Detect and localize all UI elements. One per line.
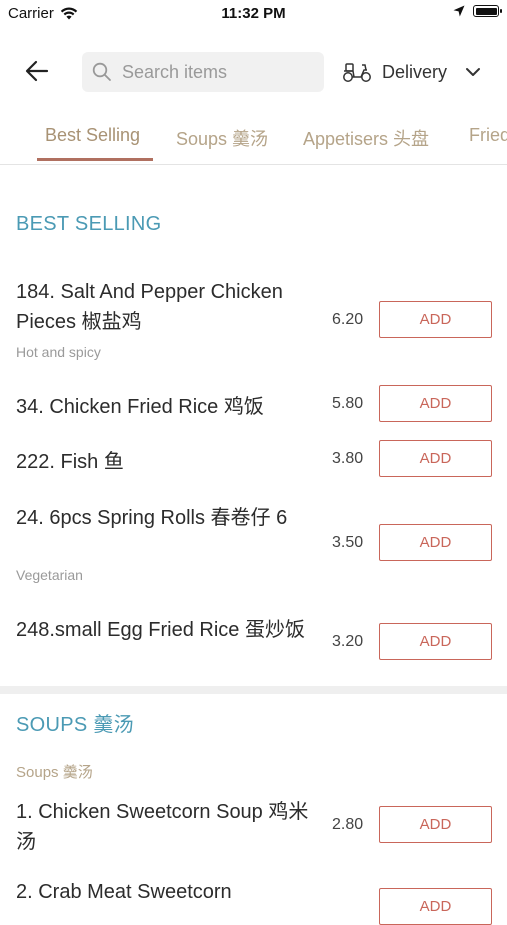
menu-item-description: Hot and spicy (16, 344, 101, 360)
subsection-label: Soups 羹汤 (16, 764, 93, 781)
search-input[interactable] (120, 60, 304, 84)
menu-item-name[interactable]: 248.small Egg Fried Rice 蛋炒饭 (16, 615, 316, 645)
status-bar: Carrier 11:32 PM (0, 0, 507, 28)
add-button[interactable]: ADD (379, 301, 492, 338)
location-arrow-icon (453, 5, 465, 17)
add-button[interactable]: ADD (379, 806, 492, 843)
menu-item-name[interactable]: 34. Chicken Fried Rice 鸡饭 (16, 392, 316, 422)
chevron-down-icon (466, 68, 481, 76)
header-bar: Delivery (0, 44, 507, 100)
back-button[interactable] (22, 56, 52, 86)
menu-item-name[interactable]: 24. 6pcs Spring Rolls 春卷仔 6 (16, 503, 316, 533)
scooter-icon (343, 63, 371, 82)
search-icon (92, 62, 111, 81)
menu-item-description: Vegetarian (16, 567, 83, 583)
menu-item-name[interactable]: 2. Crab Meat Sweetcorn (16, 877, 316, 907)
tab-best-selling[interactable]: Best Selling (45, 125, 140, 146)
section-divider (0, 686, 507, 694)
tab-fried[interactable]: Fried (469, 125, 507, 146)
tab-appetisers[interactable]: Appetisers 头盘 (303, 125, 429, 151)
add-button[interactable]: ADD (379, 385, 492, 422)
battery-icon (473, 5, 502, 17)
menu-item-price: 2.80 (332, 816, 364, 833)
add-button[interactable]: ADD (379, 440, 492, 477)
active-tab-indicator (37, 158, 153, 161)
add-button[interactable]: ADD (379, 888, 492, 925)
status-time: 11:32 PM (221, 5, 286, 22)
status-indicators (453, 5, 502, 17)
menu-item-name[interactable]: 1. Chicken Sweetcorn Soup 鸡米汤 (16, 797, 316, 857)
menu-item-name[interactable]: 184. Salt And Pepper Chicken Pieces 椒盐鸡 (16, 277, 316, 337)
menu-item-price: 3.50 (332, 534, 364, 551)
add-button[interactable]: ADD (379, 623, 492, 660)
menu-item-price: 3.20 (332, 633, 364, 650)
menu-item-price: 5.80 (332, 395, 364, 412)
back-arrow-icon (25, 60, 49, 82)
menu-item-price: 6.20 (332, 311, 364, 328)
search-bar[interactable] (82, 52, 324, 92)
menu-item-price: 3.80 (332, 450, 364, 467)
tab-soups[interactable]: Soups 羹汤 (176, 125, 268, 151)
section-title-soups: SOUPS 羹汤 (16, 714, 134, 736)
category-tabs: Best Selling Soups 羹汤 Appetisers 头盘 Frie… (0, 112, 507, 165)
delivery-label: Delivery (382, 61, 448, 82)
delivery-selector[interactable]: Delivery (342, 52, 483, 92)
menu-item-name[interactable]: 222. Fish 鱼 (16, 447, 316, 477)
section-title-best-selling: BEST SELLING (16, 213, 162, 235)
add-button[interactable]: ADD (379, 524, 492, 561)
